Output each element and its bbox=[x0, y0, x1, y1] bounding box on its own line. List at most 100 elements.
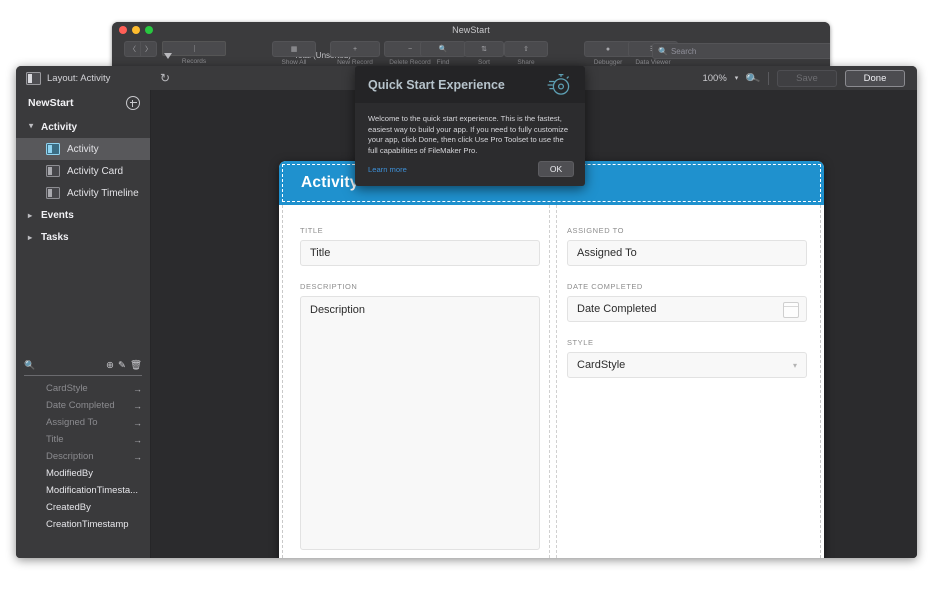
sidebar-item-activity-card[interactable]: Activity Card bbox=[16, 160, 150, 182]
layout-bar-right: 100% ▾ 🔍 Save Done bbox=[702, 69, 917, 87]
field-label: DATE COMPLETED bbox=[567, 282, 643, 291]
field-value: Description bbox=[310, 304, 366, 316]
layout-icon bbox=[26, 71, 41, 85]
sidebar-header: NewStart bbox=[16, 90, 150, 116]
ok-button[interactable]: OK bbox=[538, 161, 574, 177]
layout-name-label: Layout: Activity bbox=[47, 72, 111, 84]
field-label: Description bbox=[46, 451, 94, 462]
calendar-icon[interactable] bbox=[783, 302, 799, 318]
field-label: TITLE bbox=[300, 226, 324, 235]
share-button[interactable]: ⇧ bbox=[504, 41, 548, 57]
sidebar-item-label: Activity bbox=[67, 143, 99, 155]
style-select[interactable]: CardStyle ▾ bbox=[567, 352, 807, 378]
chevron-right-icon[interactable]: ▸ bbox=[28, 233, 35, 242]
chevron-right-icon[interactable]: ▸ bbox=[27, 124, 36, 131]
column-guide bbox=[556, 205, 557, 558]
field-value: Date Completed bbox=[577, 303, 657, 315]
field-value: CardStyle bbox=[577, 359, 626, 371]
quick-start-text: Welcome to the quick start experience. T… bbox=[368, 114, 569, 155]
list-item[interactable]: Assigned To → bbox=[16, 414, 150, 431]
list-item[interactable]: ModifiedBy bbox=[16, 465, 150, 482]
debugger-button[interactable]: ● bbox=[584, 41, 632, 57]
arrow-right-icon: → bbox=[133, 383, 142, 394]
done-button[interactable]: Done bbox=[845, 69, 905, 87]
field-label: CreatedBy bbox=[46, 502, 91, 513]
field-list: CardStyle → Date Completed → Assigned To… bbox=[16, 376, 150, 533]
zoom-level[interactable]: 100% bbox=[702, 73, 726, 84]
layout-icon bbox=[46, 165, 60, 177]
previous-record-icon[interactable]: 〈 bbox=[124, 41, 141, 57]
field-label: Date Completed bbox=[46, 400, 115, 411]
field-group-description: DESCRIPTION Description bbox=[300, 282, 540, 550]
divider bbox=[768, 71, 769, 85]
learn-more-link[interactable]: Learn more bbox=[368, 165, 407, 174]
field-label: Title bbox=[46, 434, 64, 445]
search-input[interactable]: 🔍 Search bbox=[652, 43, 830, 59]
sidebar-group-tasks[interactable]: ▸ Tasks bbox=[16, 226, 150, 248]
sidebar-item-label: Activity Card bbox=[67, 165, 124, 177]
share-group[interactable]: ⇧ Share bbox=[504, 41, 548, 67]
edit-field-icon[interactable]: ✎ bbox=[118, 360, 126, 371]
sidebar-group-events[interactable]: ▸ Events bbox=[16, 204, 150, 226]
sidebar-item-activity[interactable]: Activity bbox=[16, 138, 150, 160]
card-body: TITLE Title DESCRIPTION Description ASSI… bbox=[279, 205, 824, 558]
save-button[interactable]: Save bbox=[777, 69, 837, 87]
search-icon: 🔍 bbox=[658, 46, 668, 56]
sidebar-item-activity-timeline[interactable]: Activity Timeline bbox=[16, 182, 150, 204]
description-input[interactable]: Description bbox=[300, 296, 540, 550]
list-item[interactable]: CardStyle → bbox=[16, 380, 150, 397]
sidebar-group-activity[interactable]: ▸ Activity bbox=[16, 116, 150, 138]
application-window: NewStart 〈 〉 Records 1 Total (Unsorted) bbox=[112, 22, 830, 68]
find-group[interactable]: 🔍 Find bbox=[420, 41, 466, 67]
field-search-row: 🔍 ⊕ ✎ 🗑 bbox=[24, 355, 142, 376]
record-nav-buttons[interactable]: 〈 〉 bbox=[124, 41, 157, 57]
list-item[interactable]: CreatedBy bbox=[16, 499, 150, 516]
add-field-icon[interactable]: ⊕ bbox=[106, 360, 114, 371]
arrow-right-icon: → bbox=[133, 400, 142, 411]
chevron-down-icon[interactable]: ▾ bbox=[735, 74, 739, 82]
list-item[interactable]: ModificationTimesta... bbox=[16, 482, 150, 499]
layout-icon bbox=[46, 143, 60, 155]
field-label: STYLE bbox=[567, 338, 594, 347]
field-label: ModificationTimesta... bbox=[46, 485, 139, 496]
sort-button[interactable]: ⇅ bbox=[464, 41, 504, 57]
next-record-icon[interactable]: 〉 bbox=[141, 41, 157, 57]
new-record-button[interactable]: + bbox=[330, 41, 380, 57]
refresh-icon[interactable]: ↻ bbox=[160, 71, 170, 85]
sidebar-group-label: Activity bbox=[41, 121, 78, 133]
field-value: Title bbox=[310, 247, 331, 259]
list-item[interactable]: CreationTimestamp bbox=[16, 516, 150, 533]
field-label: CardStyle bbox=[46, 383, 88, 394]
show-all-group[interactable]: ▦ Show All bbox=[272, 41, 316, 67]
right-column: ASSIGNED TO Assigned To DATE COMPLETED D… bbox=[567, 226, 807, 394]
list-item[interactable]: Date Completed → bbox=[16, 397, 150, 414]
stopwatch-icon bbox=[546, 71, 572, 102]
delete-field-icon[interactable]: 🗑 bbox=[130, 360, 142, 371]
title-input[interactable]: Title bbox=[300, 240, 540, 266]
sort-group[interactable]: ⇅ Sort bbox=[464, 41, 504, 67]
records-group-label: Records bbox=[181, 58, 207, 65]
record-slider-thumb[interactable] bbox=[164, 53, 172, 59]
find-button[interactable]: 🔍 bbox=[420, 41, 466, 57]
new-record-group[interactable]: + New Record bbox=[330, 41, 380, 67]
activity-card[interactable]: Activity TITLE Title DESCRIPTION Descrip… bbox=[279, 161, 824, 558]
list-item[interactable]: Description → bbox=[16, 448, 150, 465]
arrow-right-icon: → bbox=[133, 434, 142, 445]
left-column: TITLE Title DESCRIPTION Description bbox=[300, 226, 540, 558]
magnifier-icon[interactable]: 🔍 bbox=[744, 70, 762, 86]
toolbar-search-group[interactable]: 🔍 Search bbox=[652, 43, 830, 59]
field-label: CreationTimestamp bbox=[46, 519, 129, 530]
quick-start-popup[interactable]: Quick Start Experience Welcome to the qu… bbox=[355, 66, 585, 186]
list-item[interactable]: Title → bbox=[16, 431, 150, 448]
assigned-to-input[interactable]: Assigned To bbox=[567, 240, 807, 266]
show-all-button[interactable]: ▦ bbox=[272, 41, 316, 57]
layout-indicator[interactable]: Layout: Activity bbox=[16, 71, 150, 85]
debugger-group[interactable]: ● Debugger bbox=[584, 41, 632, 67]
window-titlebar: NewStart bbox=[112, 22, 830, 39]
main-toolbar: 〈 〉 Records 1 Total (Unsorted) ▦ Show Al… bbox=[112, 39, 830, 68]
date-completed-input[interactable]: Date Completed bbox=[567, 296, 807, 322]
chevron-right-icon[interactable]: ▸ bbox=[28, 211, 35, 220]
field-label: ASSIGNED TO bbox=[567, 226, 625, 235]
add-layout-icon[interactable] bbox=[126, 96, 140, 110]
chevron-down-icon[interactable]: ▾ bbox=[793, 361, 797, 370]
